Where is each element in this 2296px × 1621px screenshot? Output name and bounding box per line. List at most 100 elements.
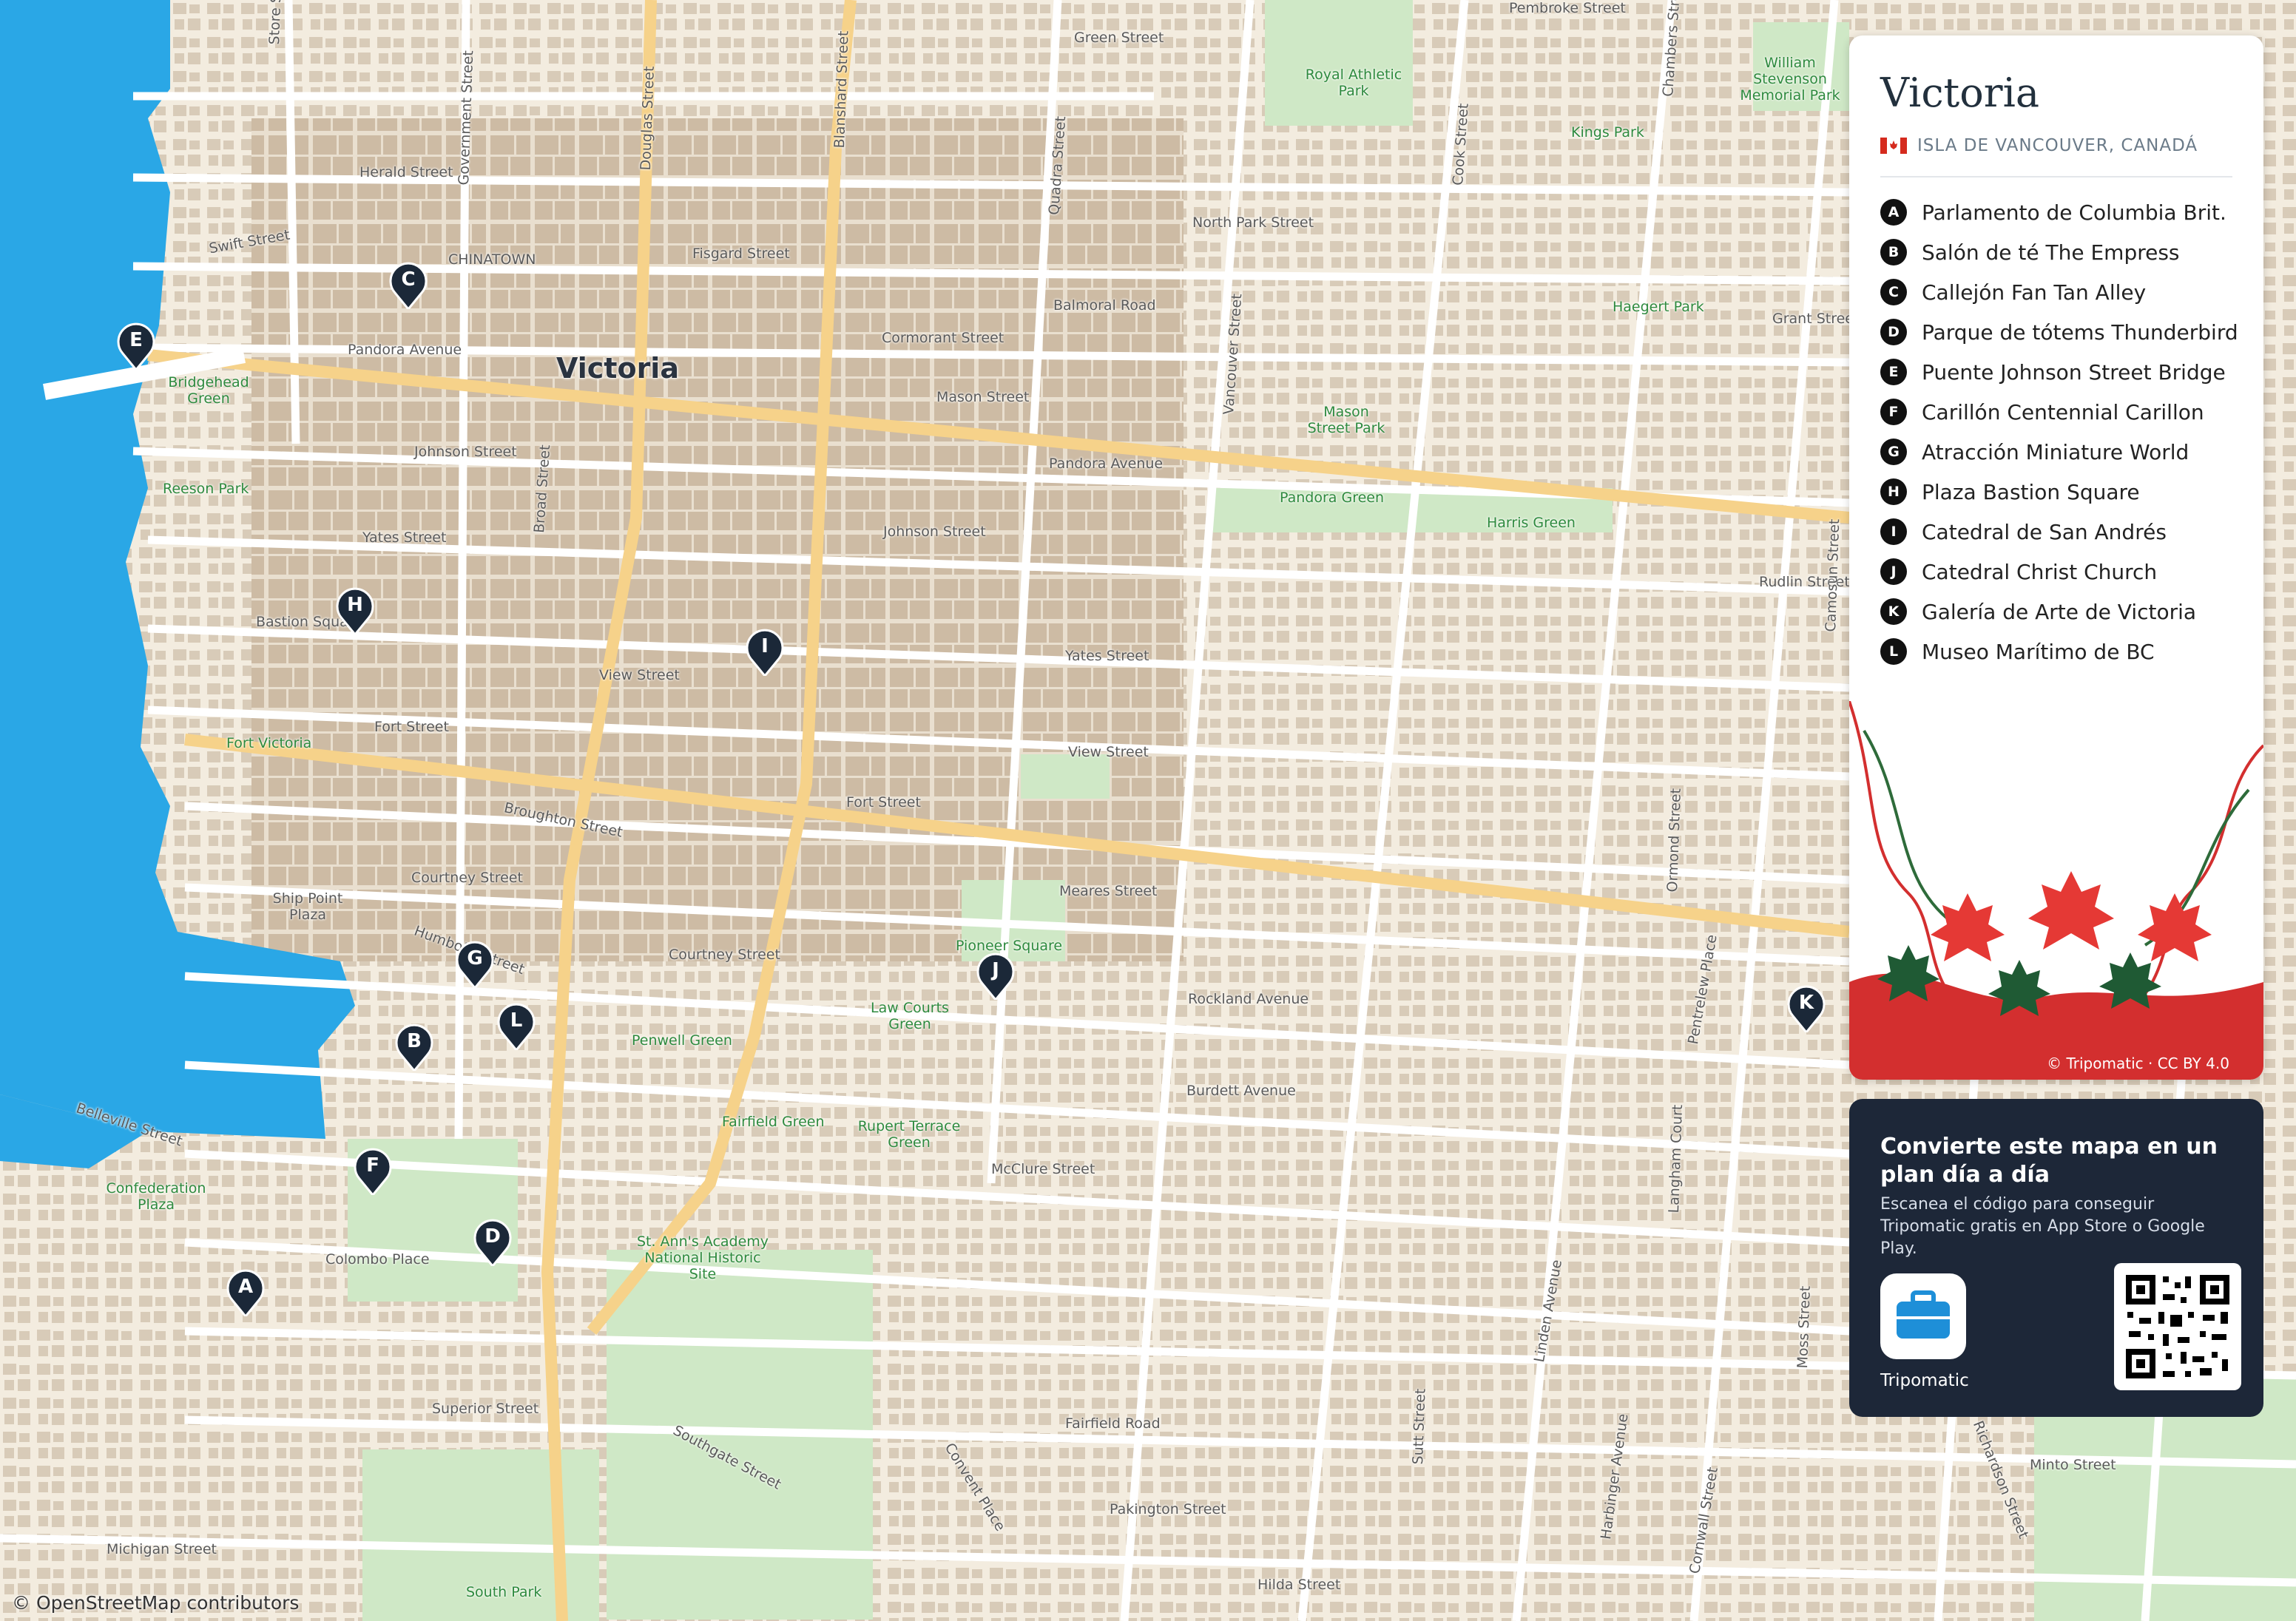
map-pin-a[interactable]: A [226,1269,265,1316]
map-pin-j[interactable]: J [976,952,1015,1000]
street-label: Michigan Street [107,1541,217,1557]
map-pin-k[interactable]: K [1787,985,1826,1032]
place-label: Penwell Green [632,1032,732,1049]
legend-item[interactable]: G Atracción Miniature World [1880,432,2238,472]
map-pin-g[interactable]: G [456,941,494,988]
legend-badge: C [1880,279,1907,305]
place-label: Pioneer Square [956,938,1063,954]
legend-item[interactable]: J Catedral Christ Church [1880,552,2238,592]
street-label: North Park Street [1192,214,1314,231]
street-label: Fort Street [374,719,449,735]
place-label: South Park [466,1584,542,1600]
copyright-text: © Tripomatic · CC BY 4.0 [2047,1055,2229,1072]
map-pin-h[interactable]: H [336,587,374,634]
city-label: Victoria [556,352,679,385]
pin-letter: B [407,1030,422,1052]
legend-item[interactable]: F Carillón Centennial Carillon [1880,392,2238,432]
pin-letter: D [484,1225,501,1248]
legend-list: A Parlamento de Columbia Brit. B Salón de … [1880,192,2238,671]
legend-badge: A [1880,199,1907,226]
qr-code[interactable] [2114,1263,2241,1390]
legend-badge: B [1880,239,1907,265]
panel-title: Victoria [1880,70,2040,116]
legend-badge: H [1880,478,1907,505]
legend-item[interactable]: D Parque de tótems Thunderbird [1880,312,2238,352]
map-pin-c[interactable]: C [389,262,428,309]
pin-letter: C [401,268,416,291]
map-pin-f[interactable]: F [354,1148,392,1195]
place-label: William Stevenson Memorial Park [1740,55,1840,104]
promo-body: Escanea el código para conseguir Tripoma… [1880,1195,2205,1258]
street-label: Pandora Avenue [1049,456,1164,472]
street-label: Johnson Street [414,444,517,460]
street-label: Cormorant Street [882,330,1004,346]
maple-leaf-decoration [1849,701,2263,1080]
suitcase-icon [1897,1290,1950,1339]
street-label: Mason Street [936,389,1030,405]
map-pin-e[interactable]: E [117,322,155,370]
place-label: Confederation Plaza [106,1180,206,1213]
legend-label: Museo Marítimo de BC [1922,639,2155,664]
legend-item[interactable]: I Catedral de San Andrés [1880,512,2238,552]
street-label: Balmoral Road [1053,297,1156,314]
divider [1880,176,2232,177]
place-label: Fairfield Green [722,1114,825,1130]
pin-letter: G [467,947,483,969]
street-label: Fort Street [846,794,921,810]
qr-code-icon [2126,1275,2229,1378]
pin-letter: H [347,594,363,616]
legend-label: Catedral Christ Church [1922,559,2158,584]
pin-letter: F [366,1154,379,1177]
street-label: Meares Street [1059,883,1158,899]
street-label: Hilda Street [1257,1577,1341,1593]
place-label: Fort Victoria [226,735,312,751]
place-label: CHINATOWN [448,251,536,268]
place-label: St. Ann's Academy National Historic Site [636,1233,769,1282]
legend-item[interactable]: L Museo Marítimo de BC [1880,632,2238,671]
map-pin-i[interactable]: I [746,629,784,676]
pin-letter: L [510,1009,523,1032]
legend-item[interactable]: E Puente Johnson Street Bridge [1880,352,2238,392]
legend-item[interactable]: B Salón de té The Empress [1880,232,2238,272]
map-pin-d[interactable]: D [473,1219,512,1266]
legend-label: Plaza Bastion Square [1922,479,2140,504]
pin-letter: E [129,329,143,351]
street-label: Burdett Avenue [1186,1083,1296,1099]
street-label: Rockland Avenue [1188,991,1309,1007]
street-label: Courtney Street [669,947,780,963]
legend-badge: J [1880,558,1907,585]
street-label: Fairfield Road [1065,1415,1161,1432]
street-label: Herald Street [359,164,453,180]
place-label: Haegert Park [1613,299,1704,315]
place-label: Kings Park [1571,124,1644,141]
app-name: Tripomatic [1880,1371,1969,1390]
legend-label: Atracción Miniature World [1922,439,2189,464]
legend-label: Callejón Fan Tan Alley [1922,280,2147,305]
legend-item[interactable]: K Galería de Arte de Victoria [1880,592,2238,632]
legend-badge: D [1880,319,1907,345]
place-label: Bridgehead Green [168,374,249,407]
place-label: Royal Athletic Park [1305,67,1402,99]
pin-letter: K [1798,992,1814,1014]
osm-attribution: © OpenStreetMap contributors [12,1592,300,1614]
map-pin-b[interactable]: B [395,1023,433,1071]
legend-badge: I [1880,518,1907,545]
legend-label: Carillón Centennial Carillon [1922,399,2204,424]
place-label: Rupert Terrace Green [857,1118,961,1151]
legend-badge: L [1880,638,1907,665]
street-label: Yates Street [362,529,447,546]
street-label: Minto Street [2030,1457,2116,1473]
place-label: Pandora Green [1280,490,1385,506]
promo-card: Convierte este mapa en un plan día a día… [1849,1099,2263,1417]
app-icon-button[interactable] [1880,1273,1966,1359]
legend-badge: F [1880,399,1907,425]
legend-panel: Victoria ISLA DE VANCOUVER, CANADÁ A Parl… [1849,35,2263,1080]
street-label: Pakington Street [1110,1501,1226,1517]
legend-item[interactable]: A Parlamento de Columbia Brit. [1880,192,2238,232]
street-label: Moss Street [1794,1285,1814,1369]
map-pin-l[interactable]: L [497,1003,536,1050]
place-label: Reeson Park [163,481,249,497]
panel-subtitle: ISLA DE VANCOUVER, CANADÁ [1917,136,2198,155]
legend-item[interactable]: C Callejón Fan Tan Alley [1880,272,2238,312]
legend-item[interactable]: H Plaza Bastion Square [1880,472,2238,512]
